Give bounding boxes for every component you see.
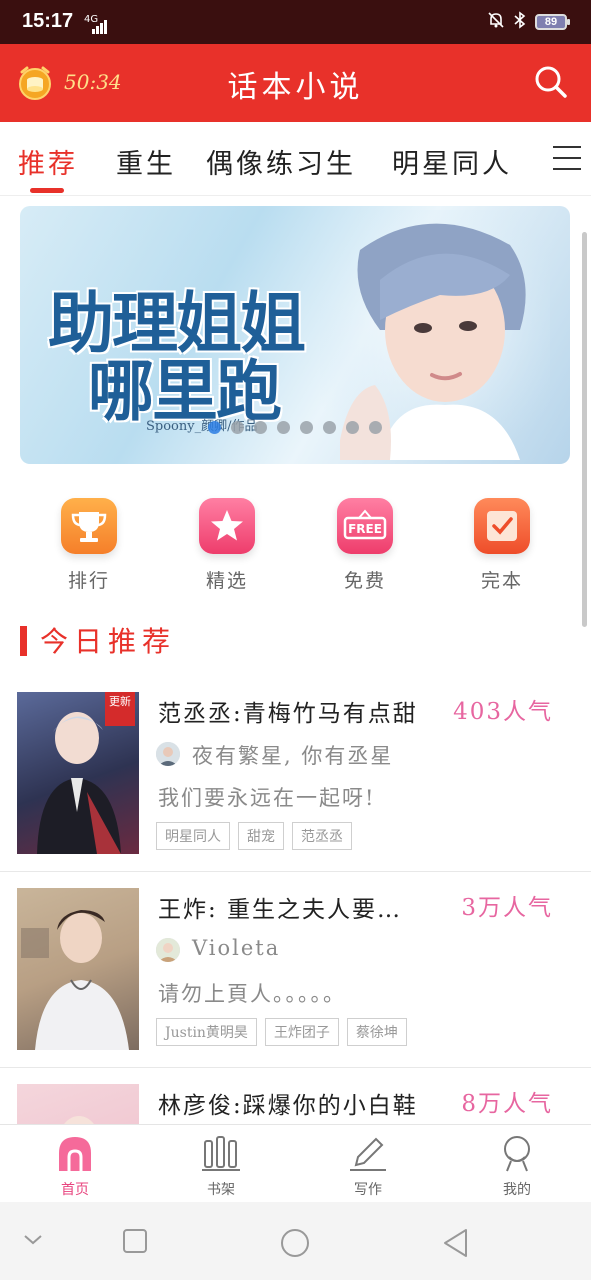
profile-icon	[497, 1133, 537, 1173]
author-avatar	[156, 742, 180, 766]
recents-button[interactable]	[122, 1228, 148, 1258]
book-tag[interactable]: 明星同人	[156, 822, 230, 850]
carousel-dot[interactable]	[277, 421, 290, 434]
ranking-label: 排行	[67, 570, 110, 592]
chevron-down-icon[interactable]	[22, 1228, 44, 1254]
bottom-navigation: 首页 书架 写作 我的	[0, 1124, 591, 1202]
book-tag[interactable]: Justin黄明昊	[156, 1018, 257, 1046]
nav-profile[interactable]: 我的	[472, 1133, 562, 1199]
category-tabs: 推荐 重生 偶像练习生 明星同人	[0, 122, 591, 196]
carousel-dot[interactable]	[254, 421, 267, 434]
carousel-dot[interactable]	[323, 421, 336, 434]
book-author: Violeta	[192, 936, 281, 960]
carousel-dot[interactable]	[208, 421, 221, 434]
carousel-dot[interactable]	[346, 421, 359, 434]
nav-home[interactable]: 首页	[30, 1133, 120, 1199]
book-tags: 明星同人 甜宠 范丞丞	[156, 822, 352, 850]
book-tag[interactable]: 王炸团子	[264, 1018, 339, 1046]
carousel-dot[interactable]	[300, 421, 313, 434]
carousel-dot[interactable]	[369, 421, 382, 434]
trophy-icon	[61, 498, 117, 554]
section-accent-bar	[20, 626, 27, 656]
book-description: 请勿上頁人。。。。。	[158, 982, 346, 1006]
featured-entry[interactable]: 精选	[182, 498, 272, 593]
nav-bookshelf-label: 书架	[207, 1182, 235, 1198]
update-badge: 更新	[105, 692, 135, 726]
author-avatar	[156, 938, 180, 962]
book-popularity: 403人气	[453, 699, 553, 725]
book-item[interactable]: 王炸: 重生之夫人要… 3万人气 Violeta 请勿上頁人。。。。。 Just…	[0, 872, 591, 1068]
bluetooth-icon	[513, 11, 527, 33]
book-popularity: 8万人气	[461, 1091, 553, 1117]
mute-bell-icon	[487, 11, 505, 33]
book-tag[interactable]: 范丞丞	[292, 822, 352, 850]
featured-label: 精选	[205, 570, 248, 592]
svg-text:FREE: FREE	[348, 522, 382, 536]
system-navigation	[0, 1202, 591, 1280]
completed-label: 完本	[480, 570, 523, 592]
active-tab-indicator	[30, 188, 64, 193]
app-title: 话本小说	[227, 70, 364, 105]
promo-banner[interactable]: 助理姐姐 哪里跑 Spoony_颜卿/作品	[20, 206, 570, 464]
book-cover-image: 更新	[17, 692, 139, 854]
pencil-icon	[348, 1133, 388, 1173]
star-icon	[199, 498, 255, 554]
nav-write[interactable]: 写作	[323, 1133, 413, 1199]
book-tag[interactable]: 甜宠	[238, 822, 284, 850]
app-header: 50:34 话本小说	[0, 44, 591, 122]
book-title: 范丞丞:青梅竹马有点甜	[158, 701, 418, 727]
bookshelf-icon	[201, 1133, 241, 1173]
tab-recommend[interactable]: 推荐	[18, 142, 78, 181]
book-description: 我们要永远在一起呀!	[158, 786, 376, 810]
section-title: 今日推荐	[40, 625, 177, 658]
book-item[interactable]: 更新 范丞丞:青梅竹马有点甜 403人气 夜有繁星, 你有丞星 我们要永远在一起…	[0, 676, 591, 872]
home-button[interactable]	[280, 1228, 310, 1262]
nav-bookshelf[interactable]: 书架	[176, 1133, 266, 1199]
scrollbar[interactable]	[582, 232, 587, 627]
tab-rebirth[interactable]: 重生	[116, 142, 176, 181]
free-tag-icon: FREE	[337, 498, 393, 554]
book-title: 林彦俊:踩爆你的小白鞋	[158, 1093, 418, 1119]
tab-celebrity-fanfic[interactable]: 明星同人	[392, 142, 512, 181]
ranking-entry[interactable]: 排行	[44, 498, 134, 593]
book-title: 王炸: 重生之夫人要…	[158, 897, 403, 923]
completed-entry[interactable]: 完本	[457, 498, 547, 593]
search-icon[interactable]	[533, 64, 569, 100]
nav-home-label: 首页	[61, 1182, 89, 1198]
book-popularity: 3万人气	[461, 895, 553, 921]
carousel-dot[interactable]	[231, 421, 244, 434]
check-icon	[474, 498, 530, 554]
home-arch-icon	[55, 1133, 95, 1173]
battery-icon: 89	[535, 14, 570, 30]
tab-idol-trainee[interactable]: 偶像练习生	[206, 142, 356, 181]
nav-write-label: 写作	[354, 1182, 382, 1198]
back-button[interactable]	[442, 1228, 470, 1262]
menu-icon[interactable]	[553, 146, 581, 170]
book-cover-image	[17, 888, 139, 1050]
nav-profile-label: 我的	[503, 1182, 531, 1198]
book-author: 夜有繁星, 你有丞星	[192, 744, 394, 768]
status-bar: 15:17 4G 89	[0, 0, 591, 44]
status-time: 15:17	[22, 10, 74, 32]
free-entry[interactable]: FREE 免费	[320, 498, 410, 593]
book-tag[interactable]: 蔡徐坤	[346, 1018, 407, 1046]
book-tags: Justin黄明昊 王炸团子 蔡徐坤	[156, 1018, 407, 1046]
free-label: 免费	[343, 570, 386, 592]
signal-icon	[92, 18, 108, 34]
